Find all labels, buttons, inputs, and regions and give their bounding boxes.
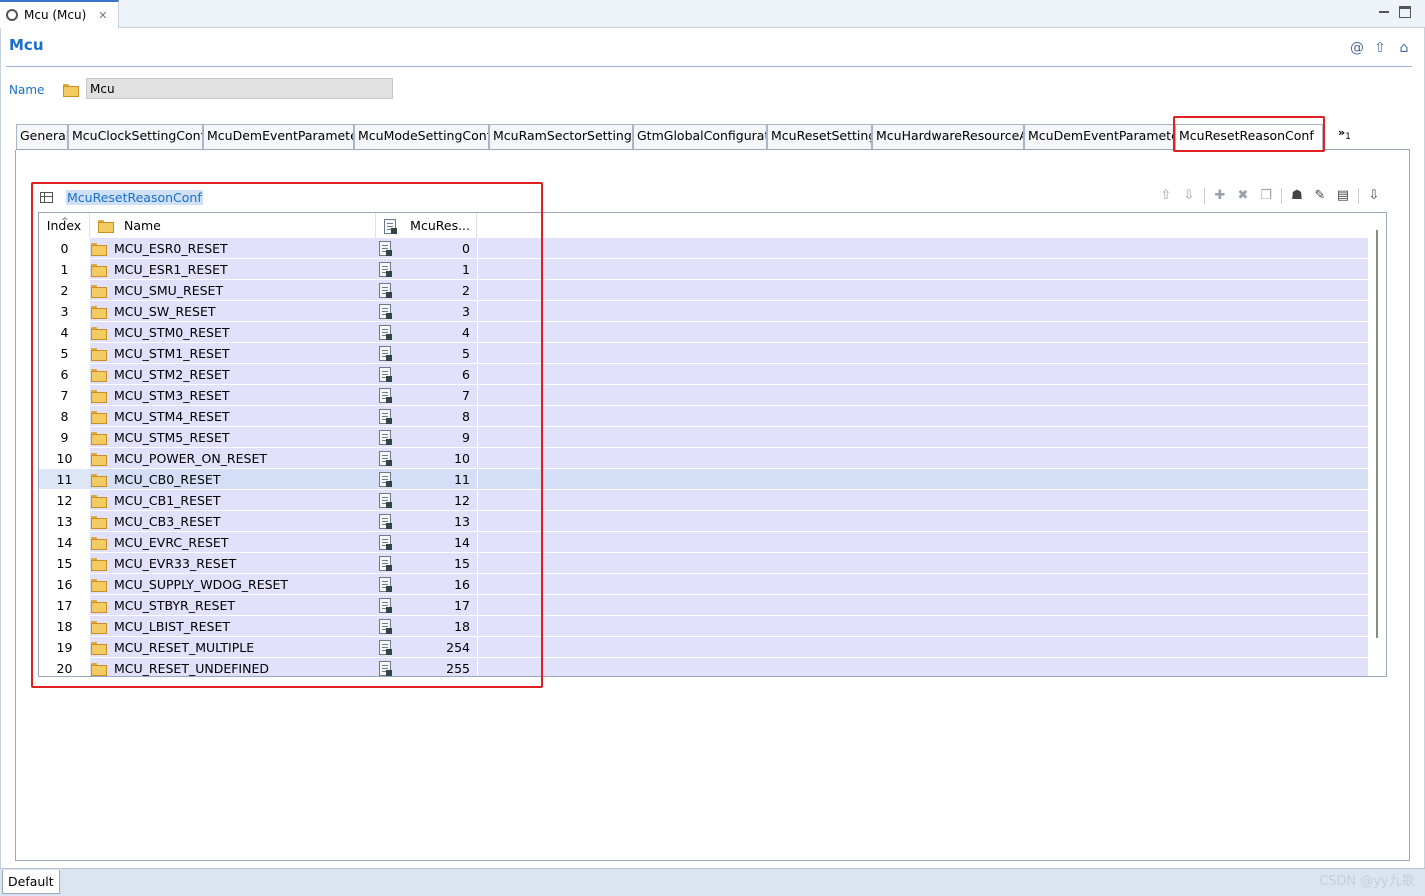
tabs-overflow-button[interactable]: »1 (1338, 126, 1351, 142)
move-up-icon[interactable]: ⇧ (1158, 188, 1174, 204)
toolbar-divider (1281, 188, 1282, 204)
tab-mcu-hardware-resource[interactable]: McuHardwareResourceA (872, 124, 1024, 149)
table-toolbar: ⇧ ⇩ ✚ ✖ ❐ ☗ ✎ ▤ ⇩ (1158, 187, 1382, 205)
minimize-button[interactable] (1378, 6, 1390, 18)
up-arrow-icon[interactable]: ⇧ (1372, 40, 1388, 56)
vertical-scrollbar[interactable] (1376, 230, 1378, 638)
form-icon[interactable]: ▤ (1335, 188, 1351, 204)
tab-mcu-reset-setting[interactable]: McuResetSetting (767, 124, 872, 149)
name-input[interactable] (86, 78, 393, 99)
module-icon (6, 9, 18, 21)
title-divider (6, 66, 1412, 67)
highlight-box-table (31, 182, 543, 688)
tab-mcu-mode-setting[interactable]: McuModeSettingConf (354, 124, 489, 149)
editor-tab-title: Mcu (Mcu) (24, 8, 87, 22)
user-icon[interactable]: ☗ (1289, 188, 1305, 204)
maximize-button[interactable] (1399, 6, 1411, 18)
highlight-box-tab (1173, 116, 1325, 152)
at-icon[interactable]: @ (1349, 40, 1365, 56)
delete-icon[interactable]: ✖ (1235, 188, 1251, 204)
close-icon[interactable]: ✕ (98, 9, 107, 22)
overflow-count: 1 (1345, 132, 1351, 143)
import-icon[interactable]: ⇩ (1366, 188, 1382, 204)
toolbar-divider (1358, 188, 1359, 204)
home-icon[interactable]: ⌂ (1396, 40, 1412, 56)
name-label: Name (9, 83, 45, 97)
tab-mcu-dem-event-parameter[interactable]: McuDemEventParameter (203, 124, 354, 149)
add-icon[interactable]: ✚ (1212, 188, 1228, 204)
tab-mcu-clock-setting[interactable]: McuClockSettingConfi (68, 124, 203, 149)
move-down-icon[interactable]: ⇩ (1181, 188, 1197, 204)
tab-general[interactable]: General (16, 124, 68, 149)
folder-icon (63, 84, 79, 97)
edit-icon[interactable]: ✎ (1312, 188, 1328, 204)
page-title: Mcu (9, 36, 44, 54)
tab-mcu-ram-sector-setting[interactable]: McuRamSectorSettingC (489, 124, 633, 149)
tab-default[interactable]: Default (2, 870, 60, 894)
editor-tab-bar (0, 0, 1425, 28)
watermark: CSDN @yy九歌 (1319, 874, 1415, 889)
tab-gtm-global-configuration[interactable]: GtmGlobalConfigurati (633, 124, 767, 149)
bottom-bar (0, 868, 1425, 896)
tab-mcu-dem-event-parameter-2[interactable]: McuDemEventParameter (1024, 124, 1175, 149)
copy-icon[interactable]: ❐ (1258, 188, 1274, 204)
toolbar-divider (1204, 188, 1205, 204)
editor-tab[interactable]: Mcu (Mcu) ✕ (0, 0, 119, 28)
